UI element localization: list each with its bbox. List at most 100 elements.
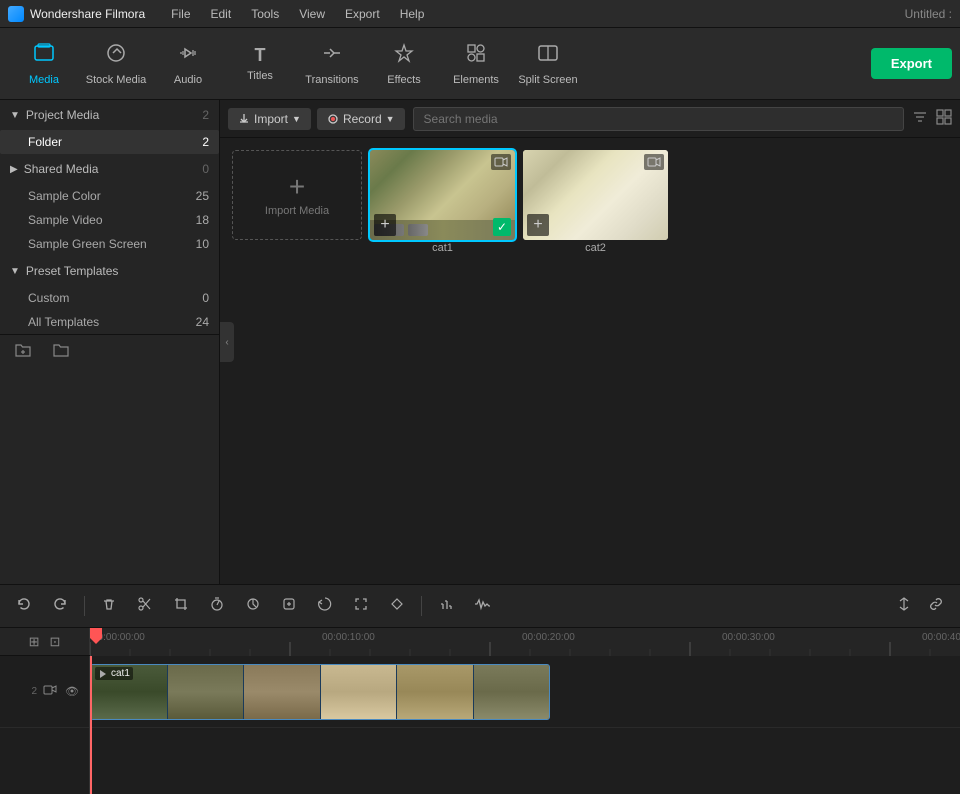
sample-green-screen-count: 10 xyxy=(196,237,209,251)
color-button[interactable] xyxy=(241,592,265,621)
export-button[interactable]: Export xyxy=(871,48,952,79)
sidebar-sample-green-screen[interactable]: Sample Green Screen 10 xyxy=(0,232,219,256)
track-number: 2 xyxy=(31,686,37,697)
timeline-ruler-row: ⊞ ⊡ 00:00:00:00 00:00:10:00 00:00:20:00 … xyxy=(0,628,960,656)
redo-button[interactable] xyxy=(48,592,72,621)
sample-color-count: 25 xyxy=(196,189,209,203)
divider-1 xyxy=(84,596,85,616)
import-media-button[interactable]: + Import Media xyxy=(232,150,362,240)
import-media-label: Import Media xyxy=(265,205,329,217)
sidebar-shared-media[interactable]: ▶ Shared Media 0 xyxy=(0,154,219,184)
audio-mix-button[interactable] xyxy=(434,592,458,621)
folder-label: Folder xyxy=(28,135,62,149)
sidebar-project-media[interactable]: ▼ Project Media 2 xyxy=(0,100,219,130)
loop-button[interactable] xyxy=(313,592,337,621)
app-icon xyxy=(8,6,24,22)
timeline-controls xyxy=(0,584,960,628)
menu-edit[interactable]: Edit xyxy=(201,0,242,28)
sidebar-collapse-button[interactable]: ‹ xyxy=(220,322,234,362)
tool-stock-media[interactable]: Stock Media xyxy=(80,32,152,96)
link-toggle[interactable] xyxy=(924,592,948,621)
thumb-overlay-cat1 xyxy=(491,154,511,170)
filter-icon[interactable] xyxy=(912,109,928,128)
menu-help[interactable]: Help xyxy=(390,0,435,28)
snap-toggle[interactable] xyxy=(892,592,916,621)
grid-icon[interactable] xyxy=(936,109,952,128)
video-track-icon xyxy=(43,683,57,700)
menu-file[interactable]: File xyxy=(161,0,200,28)
undo-button[interactable] xyxy=(12,592,36,621)
media-thumb-cat1[interactable]: ✓ + xyxy=(370,150,515,240)
media-toolbar: Import ▼ Record ▼ xyxy=(220,100,960,138)
stock-media-label: Stock Media xyxy=(86,74,147,86)
stock-media-icon xyxy=(105,42,127,70)
tool-media[interactable]: Media xyxy=(8,32,80,96)
thumb-add-cat1[interactable]: + xyxy=(374,214,396,236)
thumb-overlay-cat2 xyxy=(644,154,664,170)
transitions-label: Transitions xyxy=(305,74,358,86)
thumb-add-cat2[interactable]: + xyxy=(527,214,549,236)
audio-icon xyxy=(177,42,199,70)
speed-button[interactable] xyxy=(205,592,229,621)
new-folder-button[interactable] xyxy=(8,338,38,367)
sidebar-preset-templates[interactable]: ▼ Preset Templates xyxy=(0,256,219,286)
clip-label-cat1: cat1 xyxy=(95,667,133,680)
media-thumb-cat2[interactable]: + xyxy=(523,150,668,240)
project-media-collapse-icon: ▼ xyxy=(10,110,20,121)
keyframe-button[interactable] xyxy=(385,592,409,621)
fit-timeline-button[interactable]: ⊡ xyxy=(48,632,63,652)
tool-elements[interactable]: Elements xyxy=(440,32,512,96)
search-input[interactable] xyxy=(413,107,904,131)
tool-effects[interactable]: Effects xyxy=(368,32,440,96)
record-label: Record xyxy=(343,112,382,126)
tool-titles[interactable]: T Titles xyxy=(224,32,296,96)
sidebar-sample-video[interactable]: Sample Video 18 xyxy=(0,208,219,232)
menu-tools[interactable]: Tools xyxy=(241,0,289,28)
effects-label: Effects xyxy=(387,74,420,86)
fullscreen-button[interactable] xyxy=(349,592,373,621)
playhead-ruler xyxy=(90,628,102,656)
shared-media-label: Shared Media xyxy=(24,162,99,176)
tool-split-screen[interactable]: Split Screen xyxy=(512,32,584,96)
ruler-ticks-svg xyxy=(90,628,960,656)
stabilize-button[interactable] xyxy=(277,592,301,621)
transitions-icon xyxy=(321,42,343,70)
tool-transitions[interactable]: Transitions xyxy=(296,32,368,96)
sidebar-sample-color[interactable]: Sample Color 25 xyxy=(0,184,219,208)
project-media-count: 2 xyxy=(202,108,209,122)
shared-media-collapse-icon: ▶ xyxy=(10,164,18,175)
timeline: ⊞ ⊡ 00:00:00:00 00:00:10:00 00:00:20:00 … xyxy=(0,628,960,794)
plus-icon: + xyxy=(289,173,305,201)
sidebar-custom[interactable]: Custom 0 xyxy=(0,286,219,310)
media-icon xyxy=(33,42,55,70)
sample-color-label: Sample Color xyxy=(28,189,101,203)
crop-button[interactable] xyxy=(169,592,193,621)
video-clip-cat1[interactable]: cat1 xyxy=(90,664,550,720)
window-title: Untitled : xyxy=(905,7,952,21)
delete-folder-button[interactable] xyxy=(46,338,76,367)
sidebar-folder[interactable]: Folder 2 xyxy=(0,130,219,154)
sidebar-all-templates[interactable]: All Templates 24 xyxy=(0,310,219,334)
folder-count: 2 xyxy=(202,135,209,149)
cut-button[interactable] xyxy=(133,592,157,621)
main-toolbar: Media Stock Media Audio T Titles Transit… xyxy=(0,28,960,100)
sample-green-screen-label: Sample Green Screen xyxy=(28,237,147,251)
import-dropdown-icon[interactable]: ▼ xyxy=(292,114,301,124)
elements-icon xyxy=(465,42,487,70)
add-track-button[interactable]: ⊞ xyxy=(27,632,42,652)
menu-view[interactable]: View xyxy=(289,0,335,28)
clip-thumbnails xyxy=(91,665,549,719)
divider-2 xyxy=(421,596,422,616)
waveform-button[interactable] xyxy=(470,592,494,621)
tool-audio[interactable]: Audio xyxy=(152,32,224,96)
record-button[interactable]: Record ▼ xyxy=(317,108,405,130)
timeline-tracks: cat1 xyxy=(90,656,960,794)
media-item-cat1: ✓ + cat1 xyxy=(370,150,515,254)
menu-export[interactable]: Export xyxy=(335,0,390,28)
sample-video-count: 18 xyxy=(196,213,209,227)
delete-button[interactable] xyxy=(97,592,121,621)
media-label-cat2: cat2 xyxy=(523,242,668,254)
record-dropdown-icon[interactable]: ▼ xyxy=(386,114,395,124)
track-mute-button[interactable]: 👁 xyxy=(63,683,81,700)
import-button[interactable]: Import ▼ xyxy=(228,108,311,130)
